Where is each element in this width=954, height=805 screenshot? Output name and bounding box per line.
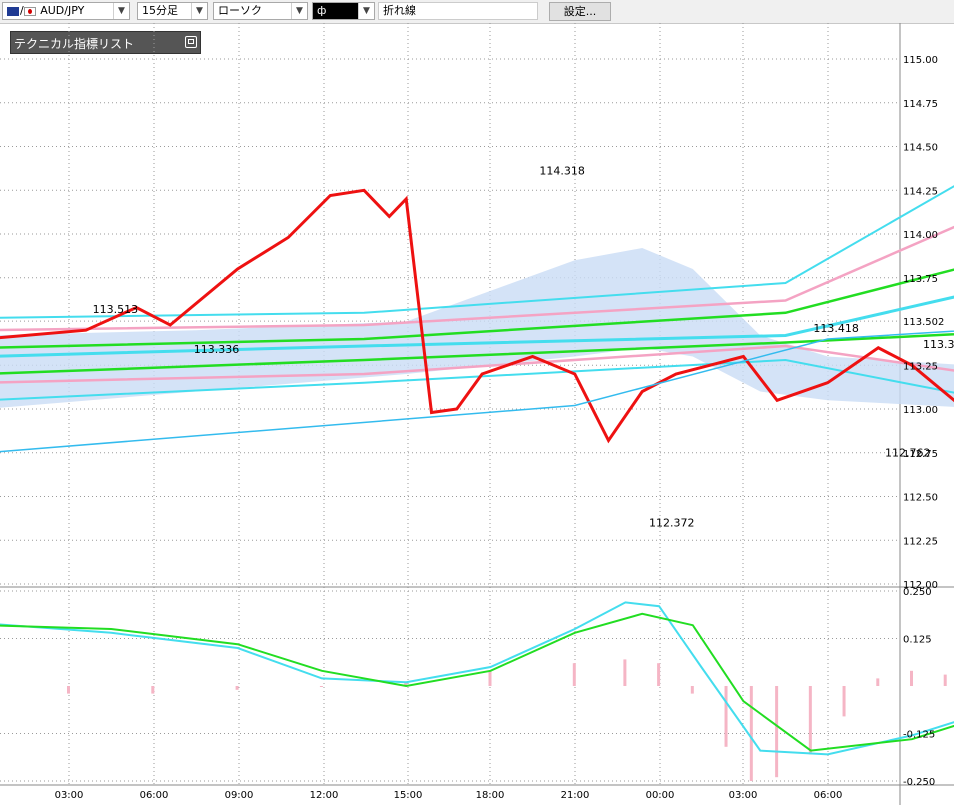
moving-average-slow bbox=[0, 333, 954, 375]
price-axis-tick-label: 112.00 bbox=[903, 580, 938, 591]
bollinger-outer-upper bbox=[0, 185, 954, 319]
chevron-down-icon[interactable]: ▼ bbox=[113, 3, 129, 19]
time-axis-tick-label: 15:00 bbox=[394, 790, 423, 801]
macd-histogram-bar bbox=[690, 686, 694, 694]
price-annotation: 113.326 bbox=[923, 338, 954, 351]
timeframe-select[interactable]: 15分足 ▼ bbox=[137, 2, 208, 20]
macd-axis-tick-label: -0.250 bbox=[903, 777, 935, 788]
line-type-field[interactable]: 折れ線 bbox=[378, 2, 538, 20]
time-axis-tick-label: 21:00 bbox=[561, 790, 590, 801]
chevron-down-icon[interactable]: ▼ bbox=[358, 3, 374, 19]
indicator-list-panel[interactable]: テクニカル指標リスト bbox=[10, 31, 201, 54]
timeframe-label: 15分足 bbox=[142, 4, 178, 17]
restore-window-icon[interactable] bbox=[185, 36, 197, 48]
macd-histogram-bar bbox=[724, 686, 728, 747]
price-axis-tick-label: 112.50 bbox=[903, 493, 938, 504]
price-annotation: 113.513 bbox=[93, 303, 139, 316]
price-axis-tick-label: 114.00 bbox=[903, 230, 938, 241]
macd-histogram-bar bbox=[842, 686, 846, 717]
price-annotation: 113.336 bbox=[194, 343, 240, 356]
japan-flag-icon bbox=[23, 6, 36, 16]
chart-toolbar: / AUD/JPY ▼ 15分足 ▼ ローソク ▼ ф ▼ 折れ線 設定... bbox=[0, 0, 954, 24]
bollinger-outer-lower bbox=[0, 358, 954, 401]
price-annotation: 113.418 bbox=[813, 322, 859, 335]
line-style-select[interactable]: ф ▼ bbox=[312, 2, 375, 20]
ichimoku-cloud bbox=[0, 248, 954, 408]
price-axis-tick-label: 112.25 bbox=[903, 536, 938, 547]
price-annotation: 114.318 bbox=[539, 165, 585, 178]
macd-histogram-bar bbox=[775, 686, 779, 778]
macd-histogram-bar bbox=[67, 686, 70, 694]
macd-line bbox=[0, 601, 954, 756]
price-axis-tick-label: 113.502 bbox=[903, 317, 944, 328]
macd-axis-tick-label: 0.125 bbox=[903, 635, 932, 646]
macd-histogram-bar bbox=[910, 670, 913, 686]
price-axis-tick-label: 114.75 bbox=[903, 99, 938, 110]
macd-histogram-bar bbox=[876, 678, 880, 686]
macd-histogram-bar bbox=[488, 670, 492, 686]
price-annotation: 112.372 bbox=[649, 516, 695, 529]
currency-pair-select[interactable]: / AUD/JPY ▼ bbox=[2, 2, 130, 20]
macd-histogram-bar bbox=[943, 674, 947, 686]
price-annotation: 112.762 bbox=[885, 446, 931, 459]
moving-average-mid bbox=[0, 295, 954, 358]
time-axis-tick-label: 18:00 bbox=[476, 790, 505, 801]
settings-button[interactable]: 設定... bbox=[549, 2, 611, 21]
time-axis-tick-label: 06:00 bbox=[814, 790, 843, 801]
price-axis-tick-label: 113.75 bbox=[903, 274, 938, 285]
price-axis-tick-label: 114.50 bbox=[903, 143, 938, 154]
price-axis-tick-label: 115.00 bbox=[903, 55, 938, 66]
time-axis-tick-label: 03:00 bbox=[729, 790, 758, 801]
macd-histogram-bar bbox=[808, 686, 812, 755]
time-axis-tick-label: 06:00 bbox=[140, 790, 169, 801]
chart-type-label: ローソク bbox=[218, 4, 262, 17]
indicator-list-title: テクニカル指標リスト bbox=[14, 37, 135, 51]
macd-histogram-bar bbox=[572, 663, 576, 686]
time-axis-tick-label: 03:00 bbox=[55, 790, 84, 801]
macd-histogram-bar bbox=[657, 663, 661, 686]
australia-flag-icon bbox=[7, 6, 19, 16]
macd-histogram-bar bbox=[623, 659, 627, 686]
bollinger-inner-upper bbox=[0, 225, 954, 332]
time-axis-tick-label: 00:00 bbox=[646, 790, 675, 801]
price-axis-tick-label: 114.25 bbox=[903, 186, 938, 197]
macd-histogram-bar bbox=[749, 686, 753, 781]
time-axis-tick-label: 09:00 bbox=[225, 790, 254, 801]
macd-axis-tick-label: 0.250 bbox=[903, 587, 932, 598]
chart-type-select[interactable]: ローソク ▼ bbox=[213, 2, 308, 20]
time-axis-tick-label: 12:00 bbox=[310, 790, 339, 801]
price-chart[interactable]: 1212113.513113.336114.318112.372113.4181… bbox=[0, 0, 954, 805]
macd-axis-tick-label: -0.125 bbox=[903, 730, 935, 741]
bollinger-inner-lower bbox=[0, 344, 954, 384]
trend-line bbox=[0, 330, 954, 453]
price-axis-tick-label: 113.25 bbox=[903, 361, 938, 372]
chevron-down-icon[interactable]: ▼ bbox=[291, 3, 307, 19]
moving-average-fast bbox=[0, 268, 954, 349]
macd-histogram-bar bbox=[235, 686, 239, 690]
macd-histogram-bar bbox=[151, 686, 155, 694]
macd-histogram-bar bbox=[404, 682, 408, 686]
price-axis-tick-label: 113.00 bbox=[903, 405, 938, 416]
chevron-down-icon[interactable]: ▼ bbox=[191, 3, 207, 19]
currency-pair-label: AUD/JPY bbox=[40, 4, 85, 17]
lagging-span-line bbox=[0, 188, 954, 444]
macd-signal-line bbox=[0, 612, 954, 752]
line-type-label: 折れ線 bbox=[383, 4, 416, 17]
macd-histogram-bar bbox=[319, 686, 323, 687]
price-axis-tick-label: 112.75 bbox=[903, 449, 938, 460]
line-style-swatch: ф bbox=[317, 4, 327, 17]
